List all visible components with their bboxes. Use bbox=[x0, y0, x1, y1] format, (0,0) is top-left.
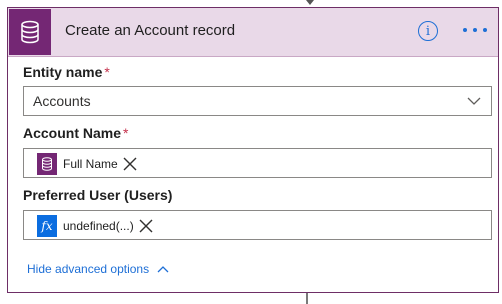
dynamic-content-token[interactable]: Full Name bbox=[37, 153, 138, 175]
database-icon bbox=[9, 9, 51, 55]
token-label: undefined(...) bbox=[63, 219, 134, 233]
expression-token[interactable]: fx undefined(...) bbox=[37, 215, 154, 237]
entity-name-value: Accounts bbox=[33, 93, 91, 109]
hide-advanced-options-link[interactable]: Hide advanced options bbox=[27, 262, 169, 276]
account-name-label: Account Name * bbox=[23, 125, 129, 141]
preferred-user-label: Preferred User (Users) bbox=[23, 187, 173, 203]
card-header[interactable]: Create an Account record i bbox=[8, 8, 498, 57]
token-label: Full Name bbox=[63, 157, 118, 171]
flow-connector-line bbox=[306, 293, 308, 304]
advanced-options-label: Hide advanced options bbox=[27, 262, 150, 276]
chevron-up-icon bbox=[157, 266, 169, 273]
database-icon bbox=[37, 153, 57, 175]
card-title: Create an Account record bbox=[65, 22, 236, 39]
info-icon[interactable]: i bbox=[418, 21, 438, 41]
required-mark: * bbox=[123, 125, 129, 141]
entity-name-label: Entity name * bbox=[23, 64, 110, 80]
close-icon[interactable] bbox=[138, 218, 154, 234]
close-icon[interactable] bbox=[122, 156, 138, 172]
entity-name-select[interactable]: Accounts bbox=[23, 86, 492, 116]
more-ellipsis-icon[interactable] bbox=[463, 20, 487, 40]
required-mark: * bbox=[104, 64, 110, 80]
action-card: Create an Account record i Entity name * … bbox=[7, 7, 499, 293]
chevron-down-icon bbox=[467, 97, 481, 105]
preferred-user-field[interactable]: fx undefined(...) bbox=[23, 210, 492, 240]
fx-icon: fx bbox=[37, 215, 57, 237]
account-name-field[interactable]: Full Name bbox=[23, 148, 492, 178]
